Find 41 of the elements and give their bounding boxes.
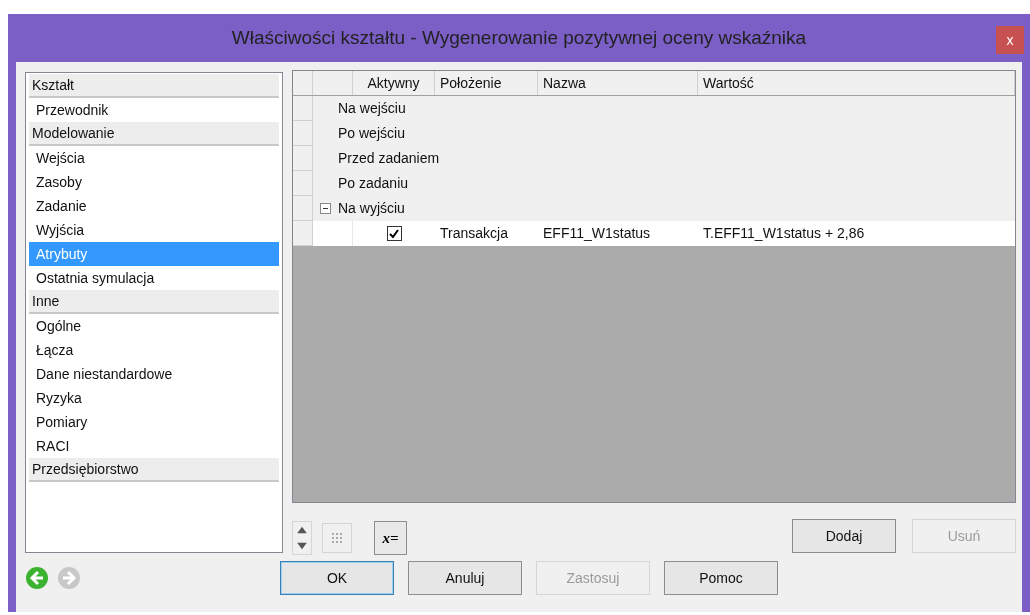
category-item[interactable]: Pomiary bbox=[29, 410, 279, 434]
category-item[interactable]: Wejścia bbox=[29, 146, 279, 170]
table-cell-text: Transakcja bbox=[439, 224, 509, 243]
category-item[interactable]: Ryzyka bbox=[29, 386, 279, 410]
section-header: Przedsiębiorstwo bbox=[29, 458, 279, 482]
group-label[interactable]: Na wejściu bbox=[338, 98, 406, 119]
up-down-spinner[interactable] bbox=[292, 521, 312, 555]
table-cell-text: EFF11_W1status bbox=[542, 224, 652, 243]
column-header[interactable]: Nazwa bbox=[538, 71, 698, 95]
group-label[interactable]: Po zadaniu bbox=[338, 173, 409, 194]
row-header bbox=[293, 221, 313, 246]
section-header: Inne bbox=[29, 290, 279, 314]
dialog-button[interactable]: OK bbox=[280, 561, 394, 595]
section-header: Modelowanie bbox=[29, 122, 279, 146]
category-item[interactable]: Ogólne bbox=[29, 314, 279, 338]
column-header[interactable]: Aktywny bbox=[353, 71, 435, 95]
category-item[interactable]: Dane niestandardowe bbox=[29, 362, 279, 386]
column-header[interactable]: Wartość bbox=[698, 71, 1015, 95]
column-header[interactable]: Położenie bbox=[435, 71, 538, 95]
dialog-button[interactable]: Anuluj bbox=[408, 561, 522, 595]
table-cell-text: T.EFF11_W1status + 2,86 bbox=[702, 224, 866, 243]
group-label[interactable]: Przed zadaniem bbox=[338, 148, 440, 169]
category-item[interactable]: Przewodnik bbox=[29, 98, 279, 122]
category-item[interactable]: RACI bbox=[29, 434, 279, 458]
action-button[interactable]: Dodaj bbox=[792, 519, 896, 553]
category-item[interactable]: Zasoby bbox=[29, 170, 279, 194]
checkmark-icon bbox=[388, 227, 400, 240]
category-item[interactable]: Wyjścia bbox=[29, 218, 279, 242]
formula-button[interactable]: x= bbox=[374, 521, 407, 555]
section-header: Kształt bbox=[29, 74, 279, 98]
checkbox[interactable] bbox=[386, 226, 402, 241]
dots-grid-icon bbox=[331, 532, 343, 544]
category-item[interactable]: Łącza bbox=[29, 338, 279, 362]
group-label[interactable]: Po wejściu bbox=[338, 123, 405, 144]
window-title: Właściwości kształtu - Wygenerowanie pozytywnej oceny wskaźnika bbox=[231, 25, 807, 50]
dialog-button[interactable]: Pomoc bbox=[664, 561, 778, 595]
category-item[interactable]: Zadanie bbox=[29, 194, 279, 218]
group-label[interactable]: Na wyjściu bbox=[338, 198, 405, 219]
category-item[interactable]: Ostatnia symulacja bbox=[29, 266, 279, 290]
close-button[interactable]: x bbox=[996, 26, 1024, 54]
collapse-toggle[interactable] bbox=[320, 203, 331, 214]
